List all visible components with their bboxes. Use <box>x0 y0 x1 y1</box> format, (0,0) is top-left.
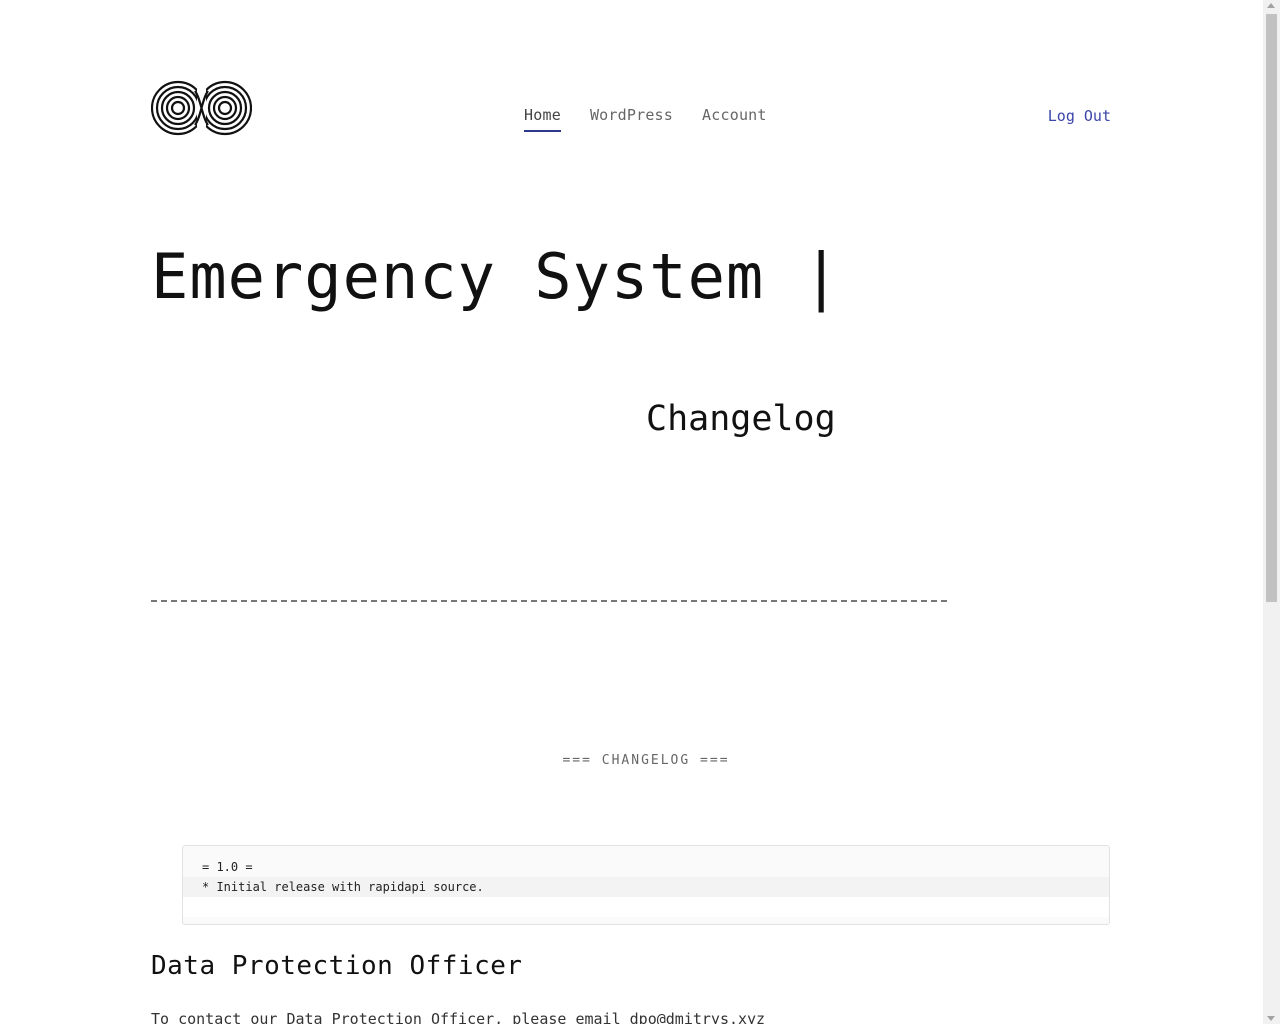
vertical-scrollbar[interactable] <box>1263 0 1280 1024</box>
code-line: * Initial release with rapidapi source. <box>183 877 1109 897</box>
page: Home WordPress Account Log Out Emergency… <box>0 0 1280 1024</box>
code-line-empty <box>183 897 1109 917</box>
logout-link[interactable]: Log Out <box>1048 107 1111 125</box>
page-title: Emergency System | <box>151 240 841 313</box>
scrollbar-thumb[interactable] <box>1266 14 1277 602</box>
changelog-code-block: = 1.0 = * Initial release with rapidapi … <box>182 845 1110 925</box>
scroll-up-arrow-icon[interactable] <box>1267 3 1275 8</box>
nav-account[interactable]: Account <box>702 106 767 132</box>
dpo-heading: Data Protection Officer <box>151 951 523 981</box>
nav-wordpress[interactable]: WordPress <box>590 106 673 132</box>
main-nav: Home WordPress Account <box>524 106 767 132</box>
changelog-heading: === CHANGELOG === <box>562 753 730 768</box>
code-line: = 1.0 = <box>202 860 253 874</box>
infinity-spiral-logo-icon[interactable] <box>150 79 253 137</box>
dpo-contact-text: To contact our Data Protection Officer, … <box>151 1010 766 1024</box>
dashed-divider <box>151 600 947 602</box>
nav-home[interactable]: Home <box>524 106 561 132</box>
page-subtitle: Changelog <box>646 399 836 439</box>
scroll-down-arrow-icon[interactable] <box>1267 1016 1275 1021</box>
